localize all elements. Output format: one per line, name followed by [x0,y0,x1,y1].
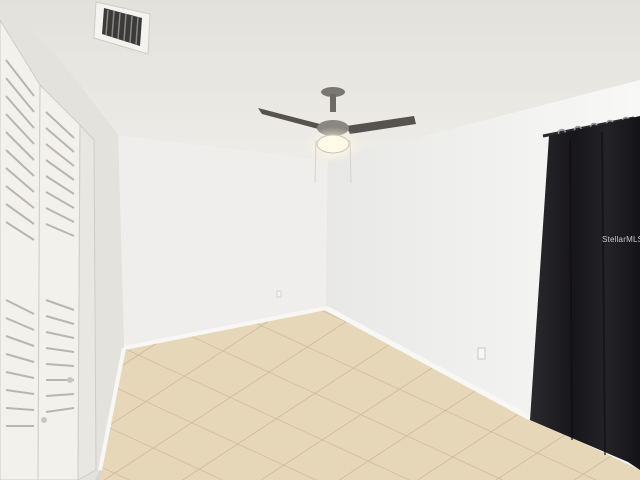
watermark-text: StellarMLS [602,235,640,244]
room-photo [0,0,640,480]
